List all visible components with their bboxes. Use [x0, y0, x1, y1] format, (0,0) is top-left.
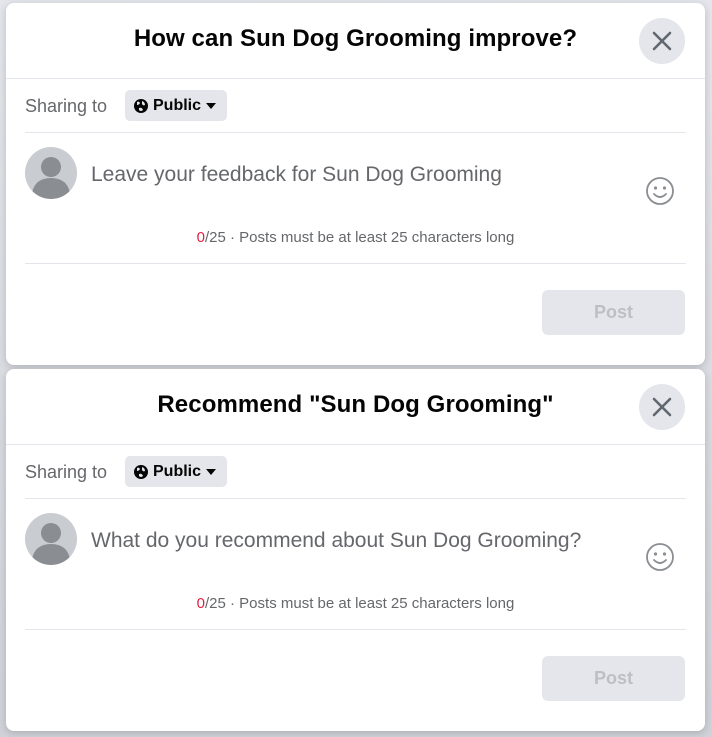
post-button[interactable]: Post: [542, 656, 685, 701]
smiley-icon: [646, 177, 674, 205]
post-button[interactable]: Post: [542, 290, 685, 335]
character-count: 0: [196, 595, 205, 612]
emoji-button[interactable]: [644, 175, 676, 207]
close-button[interactable]: [639, 384, 685, 430]
dialog-header: Recommend "Sun Dog Grooming": [6, 369, 705, 445]
caret-down-icon: [206, 102, 217, 109]
globe-icon: [134, 98, 148, 113]
character-counter: 0/25 · Posts must be at least 25 charact…: [25, 229, 686, 246]
avatar: [25, 147, 77, 199]
character-counter: 0/25 · Posts must be at least 25 charact…: [25, 595, 686, 612]
composer: 0/25 · Posts must be at least 25 charact…: [25, 499, 686, 630]
character-count-note: /25 · Posts must be at least 25 characte…: [205, 229, 515, 246]
avatar-icon: [25, 513, 77, 565]
emoji-button[interactable]: [644, 541, 676, 573]
sharing-row: Sharing to Public: [25, 455, 686, 499]
privacy-selector-button[interactable]: Public: [125, 456, 228, 487]
character-count-note: /25 · Posts must be at least 25 characte…: [205, 595, 515, 612]
privacy-selector-button[interactable]: Public: [125, 90, 228, 121]
composer: 0/25 · Posts must be at least 25 charact…: [25, 133, 686, 264]
globe-icon: [134, 464, 148, 479]
recommendation-input[interactable]: [91, 529, 621, 553]
feedback-input[interactable]: [91, 163, 621, 187]
avatar: [25, 513, 77, 565]
close-icon: [652, 397, 672, 417]
recommend-dialog: Recommend "Sun Dog Grooming" Sharing to …: [6, 369, 705, 731]
smiley-icon: [646, 543, 674, 571]
feedback-dialog: How can Sun Dog Grooming improve? Sharin…: [6, 3, 705, 365]
privacy-label: Public: [153, 96, 202, 114]
sharing-row: Sharing to Public: [25, 89, 686, 133]
dialog-title: Recommend "Sun Dog Grooming": [157, 391, 554, 418]
caret-down-icon: [206, 468, 217, 475]
avatar-icon: [25, 147, 77, 199]
sharing-label: Sharing to: [25, 462, 108, 482]
character-count: 0: [196, 229, 205, 246]
dialog-header: How can Sun Dog Grooming improve?: [6, 3, 705, 79]
close-icon: [652, 31, 672, 51]
close-button[interactable]: [639, 18, 685, 64]
privacy-label: Public: [153, 462, 202, 480]
sharing-label: Sharing to: [25, 96, 108, 116]
dialog-title: How can Sun Dog Grooming improve?: [133, 25, 578, 52]
